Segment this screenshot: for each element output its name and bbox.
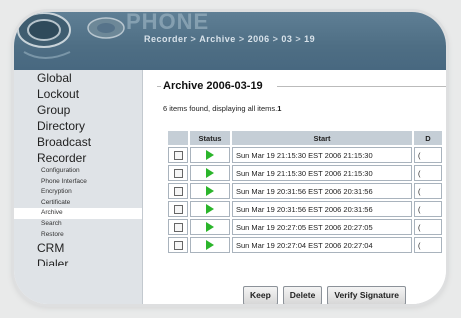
breadcrumb-separator: > <box>295 34 302 44</box>
sidebar-subitem-search[interactable]: Search <box>14 219 142 230</box>
breadcrumb-day: 19 <box>304 34 316 44</box>
verify-signature-button[interactable]: Verify Signature <box>327 286 407 304</box>
keep-button[interactable]: Keep <box>243 286 278 304</box>
sidebar-subitem-archive[interactable]: Archive <box>14 208 142 219</box>
results-count-text: 6 items found, displaying all items. <box>163 104 278 113</box>
row-checkbox[interactable] <box>173 222 183 232</box>
breadcrumb-year[interactable]: 2006 <box>248 34 270 44</box>
start-cell: Sun Mar 19 21:15:30 EST 2006 21:15:30 <box>232 147 412 163</box>
app-window: PHONE Recorder > Archive >2006 >03 >19 Global… <box>14 12 446 304</box>
sidebar-item-recorder[interactable]: Recorder <box>14 150 142 166</box>
start-cell: Sun Mar 19 20:31:56 EST 2006 20:31:56 <box>232 183 412 199</box>
delete-button[interactable]: Delete <box>282 286 323 304</box>
breadcrumb: Recorder > Archive >2006 >03 >19 <box>144 34 315 44</box>
play-icon[interactable] <box>206 150 214 160</box>
page-title: Archive 2006-03-19 <box>163 80 263 92</box>
table-row[interactable]: Sun Mar 19 20:27:05 EST 2006 20:27:05 ( <box>168 219 442 235</box>
d-cell: ( <box>414 201 442 217</box>
sidebar-item-crm[interactable]: CRM <box>14 240 142 256</box>
play-icon[interactable] <box>206 168 214 178</box>
sidebar-subitem-certificate[interactable]: Certificate <box>14 198 142 209</box>
archive-table: Status Start D Sun Mar 19 21:15:30 EST 2… <box>166 129 444 255</box>
sidebar-item-lockout[interactable]: Lockout <box>14 86 142 102</box>
sidebar-subitem-restore[interactable]: Restore <box>14 230 142 241</box>
table-header-row: Status Start D <box>168 131 442 145</box>
header-bar: PHONE Recorder > Archive >2006 >03 >19 <box>14 12 446 70</box>
row-checkbox[interactable] <box>173 186 183 196</box>
column-header-start[interactable]: Start <box>232 131 412 145</box>
column-header-select <box>168 131 188 145</box>
start-cell: Sun Mar 19 20:27:05 EST 2006 20:27:05 <box>232 219 412 235</box>
table-row[interactable]: Sun Mar 19 20:31:56 EST 2006 20:31:56 ( <box>168 183 442 199</box>
d-cell: ( <box>414 183 442 199</box>
main-content: Archive 2006-03-19 6 items found, displa… <box>143 70 446 304</box>
sidebar-item-dialer[interactable]: Dialer <box>14 256 142 266</box>
start-cell: Sun Mar 19 20:27:04 EST 2006 20:27:04 <box>232 237 412 253</box>
play-icon[interactable] <box>206 240 214 250</box>
column-header-d[interactable]: D <box>414 131 442 145</box>
results-summary: 6 items found, displaying all items.1 <box>163 104 281 113</box>
column-header-status[interactable]: Status <box>190 131 230 145</box>
breadcrumb-separator: > <box>238 34 245 44</box>
start-cell: Sun Mar 19 20:31:56 EST 2006 20:31:56 <box>232 201 412 217</box>
fieldset-border <box>157 86 161 87</box>
sidebar-subitem-configuration[interactable]: Configuration <box>14 166 142 177</box>
table-row[interactable]: Sun Mar 19 20:31:56 EST 2006 20:31:56 ( <box>168 201 442 217</box>
action-buttons: Keep Delete Verify Signature <box>243 286 411 304</box>
sidebar: Global Lockout Group Directory Broadcast… <box>14 70 143 304</box>
play-icon[interactable] <box>206 186 214 196</box>
table-row[interactable]: Sun Mar 19 21:15:30 EST 2006 21:15:30 ( <box>168 165 442 181</box>
sidebar-item-group[interactable]: Group <box>14 102 142 118</box>
sidebar-item-broadcast[interactable]: Broadcast <box>14 134 142 150</box>
breadcrumb-separator: > <box>272 34 279 44</box>
table-row[interactable]: Sun Mar 19 21:15:30 EST 2006 21:15:30 ( <box>168 147 442 163</box>
sidebar-subitem-encryption[interactable]: Encryption <box>14 187 142 198</box>
d-cell: ( <box>414 165 442 181</box>
table-row[interactable]: Sun Mar 19 20:27:04 EST 2006 20:27:04 ( <box>168 237 442 253</box>
page-number[interactable]: 1 <box>277 104 281 113</box>
breadcrumb-archive[interactable]: Archive <box>199 34 236 44</box>
d-cell: ( <box>414 237 442 253</box>
phone-logo-icon <box>14 12 142 70</box>
brand-name: PHONE <box>126 12 210 34</box>
row-checkbox[interactable] <box>173 168 183 178</box>
d-cell: ( <box>414 219 442 235</box>
d-cell: ( <box>414 147 442 163</box>
start-cell: Sun Mar 19 21:15:30 EST 2006 21:15:30 <box>232 165 412 181</box>
play-icon[interactable] <box>206 204 214 214</box>
play-icon[interactable] <box>206 222 214 232</box>
fieldset-border <box>277 86 446 87</box>
row-checkbox[interactable] <box>173 204 183 214</box>
breadcrumb-separator: > <box>190 34 197 44</box>
sidebar-item-global[interactable]: Global <box>14 70 142 86</box>
sidebar-subitem-phone-interface[interactable]: Phone Interface <box>14 177 142 188</box>
breadcrumb-recorder[interactable]: Recorder <box>144 34 188 44</box>
row-checkbox[interactable] <box>173 150 183 160</box>
row-checkbox[interactable] <box>173 240 183 250</box>
breadcrumb-month[interactable]: 03 <box>281 34 292 44</box>
sidebar-item-directory[interactable]: Directory <box>14 118 142 134</box>
